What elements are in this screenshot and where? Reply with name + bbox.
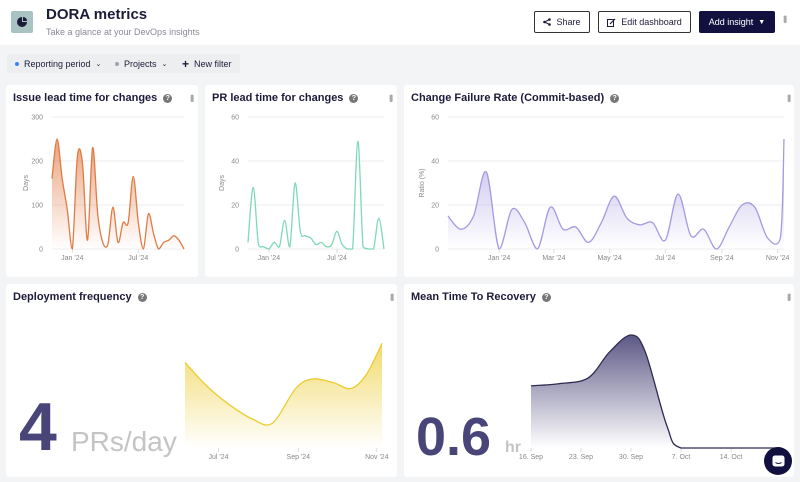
x-tick-label: Sep '24 [287, 454, 311, 461]
y-axis-label: Days [219, 175, 226, 191]
area-fill [531, 335, 781, 448]
x-tick-label: 30. Sep [619, 454, 643, 461]
x-tick-label: May '24 [597, 255, 621, 262]
mttr-unit: hr [505, 439, 521, 456]
mttr-chart: 16. Sep 23. Sep 30. Sep 7. Oct 14. Oct [519, 334, 782, 461]
deployment-frequency-unit: PRs/day [71, 426, 177, 457]
x-tick-label: Jul '24 [655, 255, 675, 262]
x-tick-label: Jan '24 [258, 255, 280, 262]
x-tick-label: Jul '24 [208, 454, 228, 461]
x-tick-label: Jul '24 [128, 255, 148, 262]
chat-icon [772, 455, 784, 466]
x-tick-label: Sep '24 [710, 255, 734, 262]
deployment-frequency-value: 4 [19, 389, 57, 465]
area-fill [448, 139, 784, 249]
area-fill [185, 343, 382, 448]
issue-chart: 0 100 200 300 Days Jan '24 Jul '24 [23, 115, 185, 262]
x-tick-label: 14. Oct [720, 454, 743, 461]
x-tick-label: Mar '24 [542, 255, 565, 262]
y-tick-label: 60 [431, 115, 439, 122]
x-tick-label: Nov '24 [766, 255, 790, 262]
y-tick-label: 20 [431, 203, 439, 210]
y-tick-label: 0 [235, 247, 239, 254]
y-tick-label: 300 [31, 115, 43, 122]
x-tick-label: Nov '24 [365, 454, 389, 461]
series-line [247, 140, 385, 250]
x-tick-label: Jan '24 [61, 255, 83, 262]
y-tick-label: 40 [231, 159, 239, 166]
mttr-value: 0.6 [416, 407, 492, 467]
y-tick-label: 60 [231, 115, 239, 122]
y-tick-label: 0 [39, 247, 43, 254]
deploy-chart: Jul '24 Sep '24 Nov '24 [184, 342, 389, 461]
y-axis-label: Days [23, 175, 30, 191]
y-tick-label: 200 [31, 159, 43, 166]
y-tick-label: 20 [231, 203, 239, 210]
y-tick-label: 0 [435, 247, 439, 254]
x-tick-label: Jul '24 [327, 255, 347, 262]
y-tick-label: 100 [31, 203, 43, 210]
chat-launcher-button[interactable] [764, 447, 792, 475]
y-axis-label: Ratio (%) [419, 168, 426, 197]
x-tick-label: Jan '24 [488, 255, 510, 262]
cfr-chart: 0 20 40 60 Ratio (%) Jan '24 Mar '24 May '24 Jul… [419, 115, 789, 263]
area-fill [52, 139, 184, 249]
charts-layer: 0100200300DaysJan '24 Jul '240204060DaysJ… [23, 115, 789, 462]
x-tick-label: 16. Sep [519, 454, 543, 461]
pr-chart: 0 20 40 60 Days Jan '24 Jul '24 [219, 115, 385, 262]
y-tick-label: 40 [431, 159, 439, 166]
series-line [51, 138, 185, 250]
x-tick-label: 23. Sep [569, 454, 593, 461]
x-tick-label: 7. Oct [672, 454, 691, 461]
